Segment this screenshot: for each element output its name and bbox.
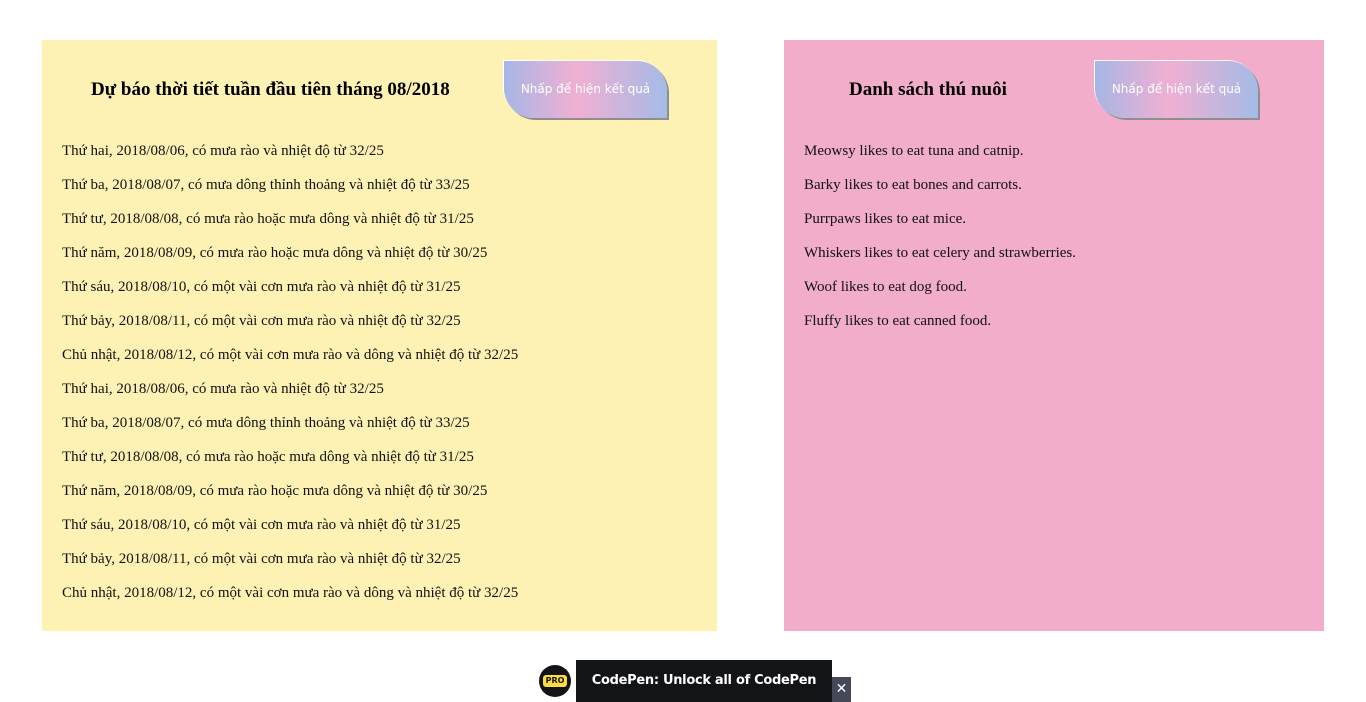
weather-list-item: Thứ hai, 2018/08/06, có mưa rào và nhiệt…: [62, 143, 384, 159]
weather-reveal-button[interactable]: Nhấp để hiện kết quả: [504, 61, 667, 118]
weather-list-item: Thứ tư, 2018/08/08, có mưa rào hoặc mưa …: [62, 211, 474, 227]
codepen-promo-banner: PRO CodePen: Unlock all of CodePen ✕: [534, 659, 852, 702]
pro-badge-label: PRO: [543, 675, 567, 687]
weather-list-item: Thứ sáu, 2018/08/10, có một vài cơn mưa …: [62, 279, 461, 295]
weather-list-item: Thứ bảy, 2018/08/11, có một vài cơn mưa …: [62, 551, 461, 567]
promo-link[interactable]: CodePen: Unlock all of CodePen: [576, 660, 832, 702]
pets-reveal-button[interactable]: Nhấp để hiện kết quả: [1095, 61, 1258, 118]
weather-list-item: Thứ bảy, 2018/08/11, có một vài cơn mưa …: [62, 313, 461, 329]
close-icon[interactable]: ✕: [832, 677, 851, 702]
pets-list-item: Whiskers likes to eat celery and strawbe…: [804, 245, 1076, 261]
page: Dự báo thời tiết tuần đầu tiên tháng 08/…: [0, 0, 1366, 702]
weather-panel: Dự báo thời tiết tuần đầu tiên tháng 08/…: [42, 40, 717, 631]
weather-list-item: Chủ nhật, 2018/08/12, có một vài cơn mưa…: [62, 347, 519, 363]
weather-list-item: Thứ năm, 2018/08/09, có mưa rào hoặc mưa…: [62, 245, 488, 261]
pets-list-item: Woof likes to eat dog food.: [804, 279, 967, 295]
weather-list-item: Chủ nhật, 2018/08/12, có một vài cơn mưa…: [62, 585, 519, 601]
weather-title: Dự báo thời tiết tuần đầu tiên tháng 08/…: [91, 79, 450, 100]
pro-badge-icon: PRO: [539, 665, 571, 697]
pets-list-item: Meowsy likes to eat tuna and catnip.: [804, 143, 1024, 159]
weather-list: Thứ hai, 2018/08/06, có mưa rào và nhiệt…: [62, 134, 518, 610]
weather-list-item: Thứ ba, 2018/08/07, có mưa dông thỉnh th…: [62, 177, 470, 193]
pets-list: Meowsy likes to eat tuna and catnip. Bar…: [804, 134, 1076, 338]
weather-list-item: Thứ tư, 2018/08/08, có mưa rào hoặc mưa …: [62, 449, 474, 465]
weather-list-item: Thứ năm, 2018/08/09, có mưa rào hoặc mưa…: [62, 483, 488, 499]
pets-list-item: Purrpaws likes to eat mice.: [804, 211, 967, 227]
pro-badge[interactable]: PRO: [534, 659, 576, 702]
pets-panel: Danh sách thú nuôi Nhấp để hiện kết quả …: [784, 40, 1324, 631]
pets-title: Danh sách thú nuôi: [849, 79, 1007, 100]
pets-list-item: Fluffy likes to eat canned food.: [804, 313, 992, 329]
weather-list-item: Thứ ba, 2018/08/07, có mưa dông thỉnh th…: [62, 415, 470, 431]
weather-list-item: Thứ sáu, 2018/08/10, có một vài cơn mưa …: [62, 517, 461, 533]
pets-list-item: Barky likes to eat bones and carrots.: [804, 177, 1022, 193]
weather-list-item: Thứ hai, 2018/08/06, có mưa rào và nhiệt…: [62, 381, 384, 397]
